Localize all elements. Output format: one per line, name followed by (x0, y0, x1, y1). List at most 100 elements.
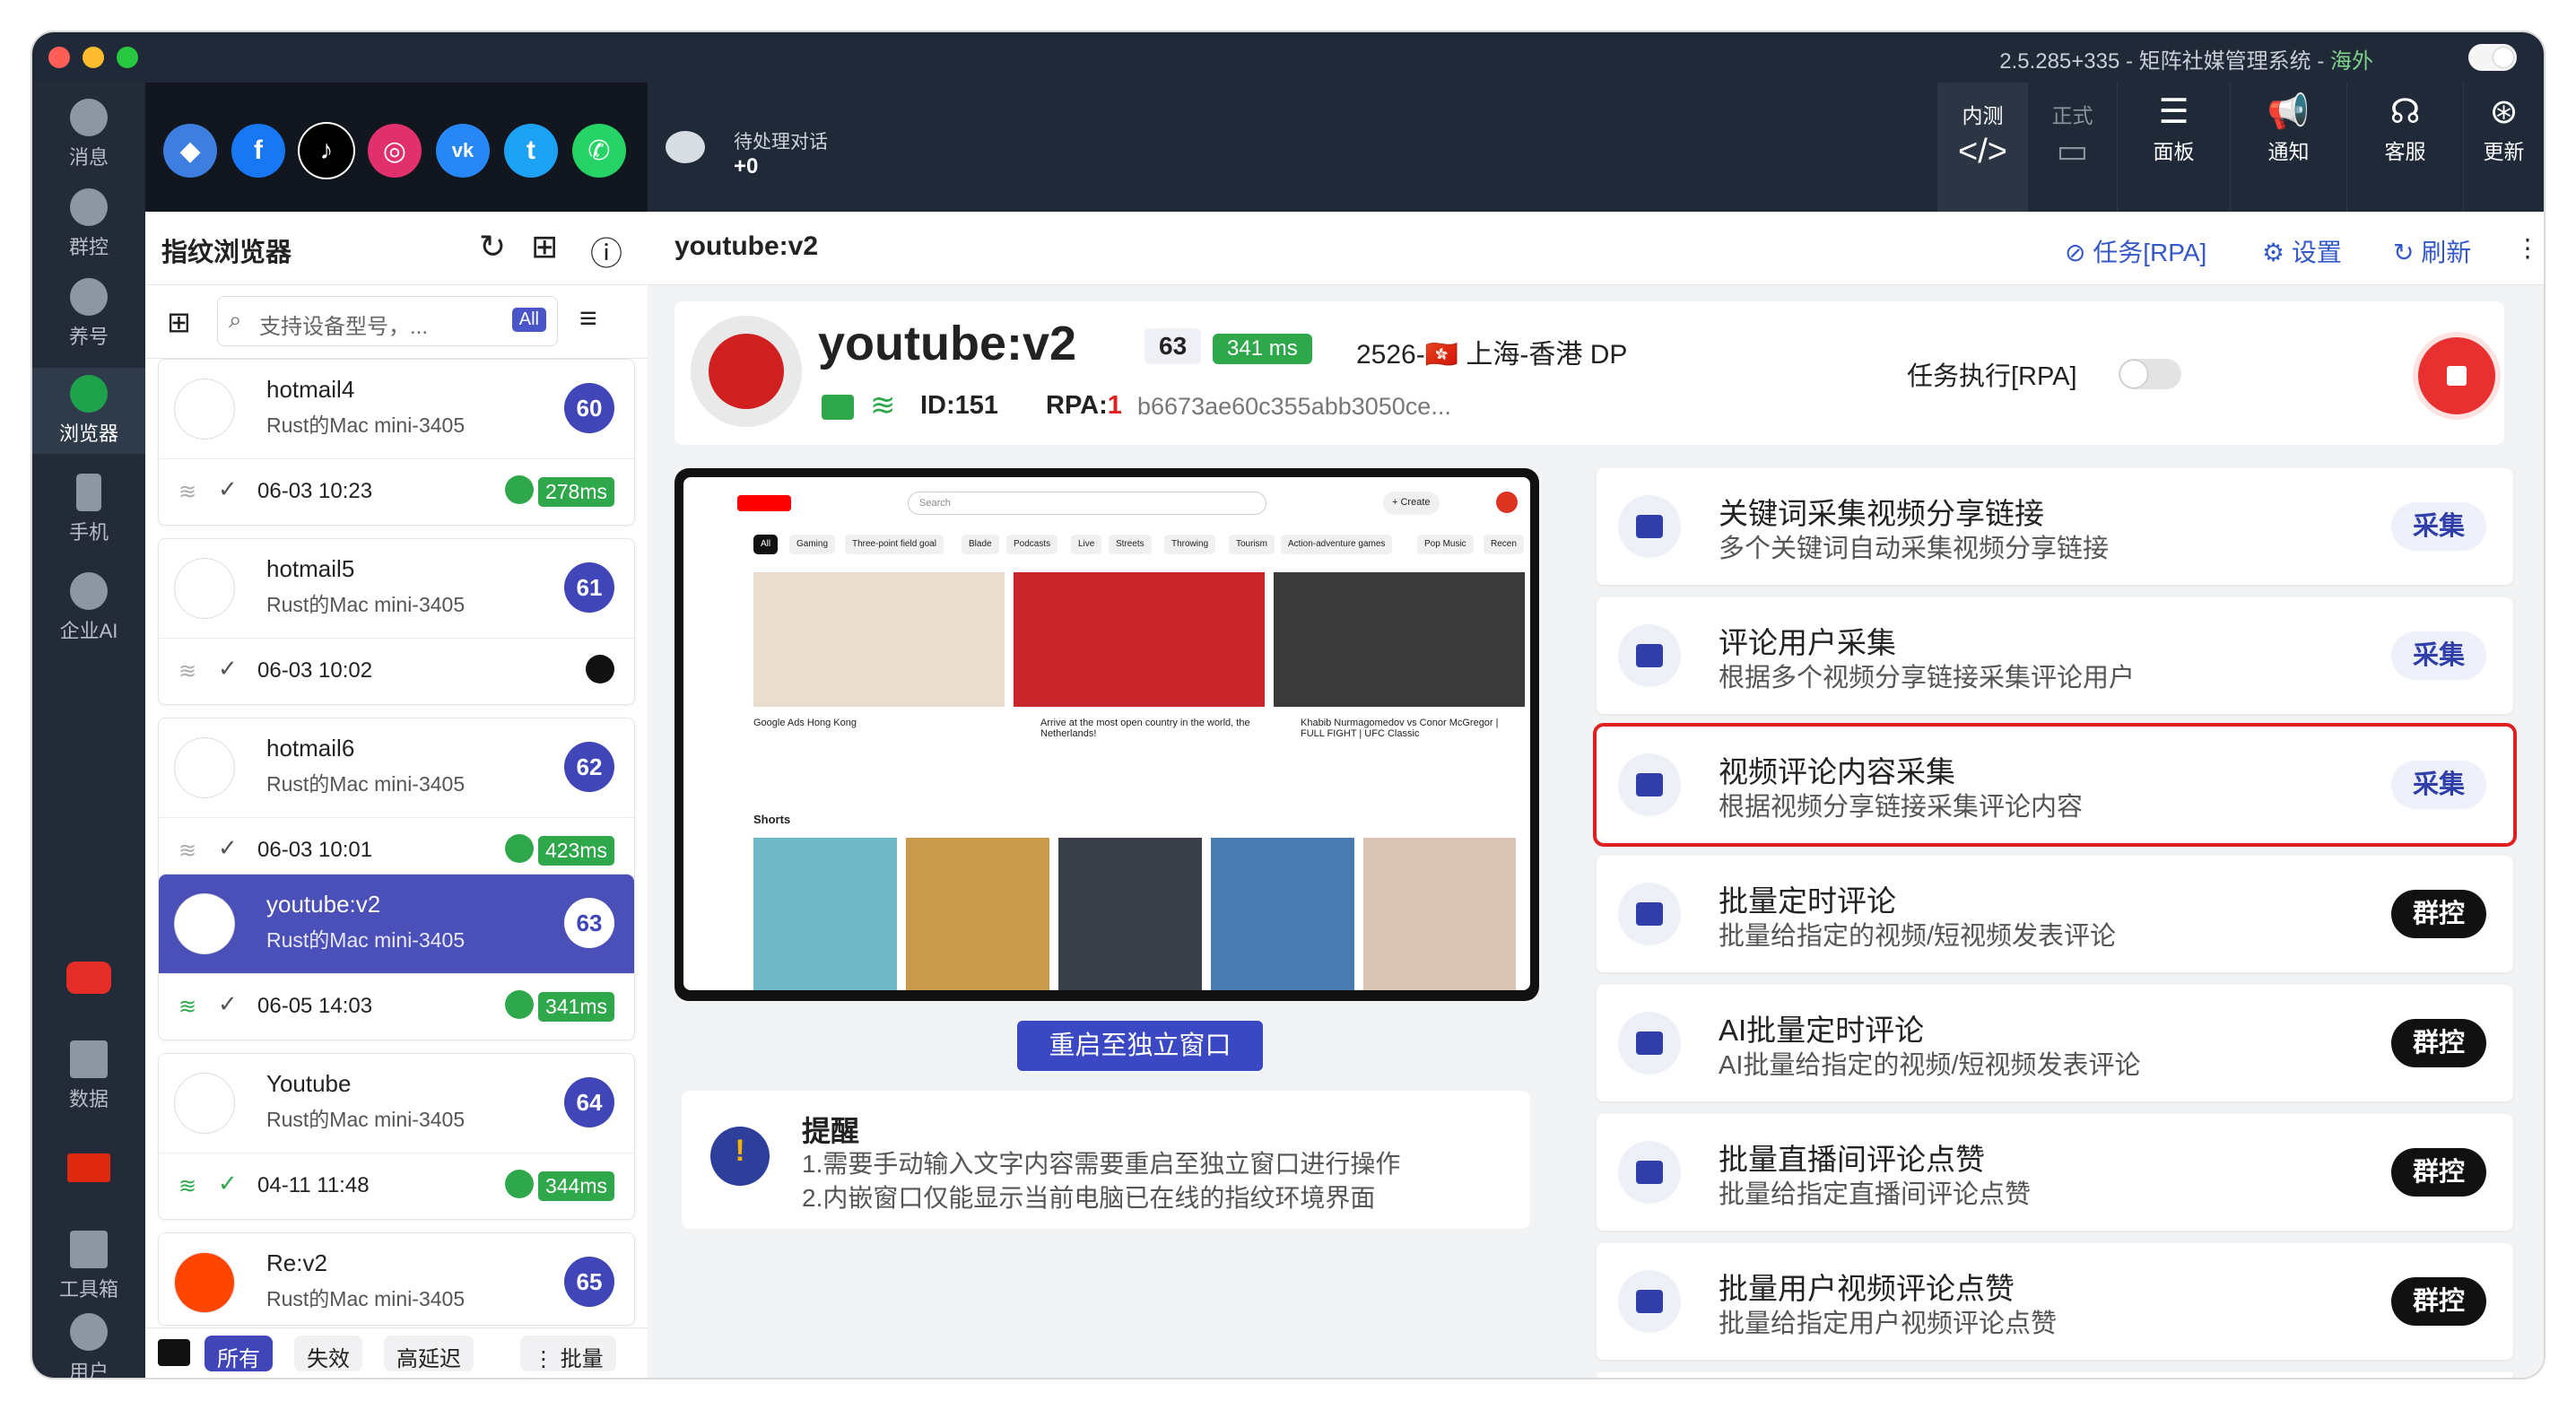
restart-window-button[interactable]: 重启至独立窗口 (1017, 1021, 1263, 1071)
stop-button[interactable] (2418, 337, 2495, 414)
update-button[interactable]: ⊛ 更新 (2463, 83, 2544, 212)
twitter-icon[interactable]: t (504, 124, 558, 178)
youtube-chip[interactable]: Three-point field goal (845, 535, 944, 554)
youtube-chip[interactable]: Tourism (1229, 535, 1275, 554)
feature-ai-batch-comment[interactable]: AI批量定时评论 AI批量给指定的视频/短视频发表评论 群控 (1597, 985, 2513, 1101)
rail-item-youtube[interactable] (32, 962, 145, 1015)
service-button[interactable]: ☊ 客服 (2346, 83, 2463, 212)
info-icon[interactable]: ⓘ (590, 228, 622, 274)
rail-item-region[interactable] (32, 1153, 145, 1198)
collect-button[interactable]: 采集 (2390, 502, 2486, 551)
avatar[interactable] (1496, 492, 1518, 513)
rail-item-user[interactable]: 用户 (32, 1311, 145, 1378)
short-thumbnail[interactable] (1058, 838, 1202, 990)
comment-icon (1618, 883, 1681, 945)
filter-high-latency[interactable]: 高延迟 (384, 1336, 474, 1371)
close-window-button[interactable] (48, 47, 70, 68)
group-control-button[interactable]: 群控 (2390, 1019, 2486, 1067)
youtube-search-input[interactable]: Search (908, 492, 1266, 515)
rail-item-nurture[interactable]: 养号 (32, 271, 145, 357)
browser-platform-icon[interactable]: ◆ (163, 124, 217, 178)
profile-card[interactable]: hotmail5 Rust的Mac mini-3405 61 ≋ ✓ 06-03 10:… (158, 538, 635, 705)
feature-user-video-comment-like[interactable]: 批量用户视频评论点赞 批量给指定用户视频评论点赞 群控 (1597, 1243, 2513, 1360)
release-mode-button[interactable]: 正式 ▭ (2027, 83, 2117, 212)
rail-item-data[interactable]: 数据 (32, 1033, 145, 1119)
youtube-chip[interactable]: Action-adventure games (1281, 535, 1393, 554)
panel-button[interactable]: ☰ 面板 (2117, 83, 2230, 212)
feature-live-comment-like[interactable]: 批量直播间评论点赞 批量给指定直播间评论点赞 群控 (1597, 1114, 2513, 1231)
zoom-window-button[interactable] (117, 47, 138, 68)
pending-conversations[interactable]: 待处理对话 +0 (666, 127, 828, 179)
batch-button[interactable]: ⋮ 批量 (520, 1336, 616, 1371)
theme-toggle[interactable] (2468, 44, 2517, 71)
search-filter-badge[interactable]: All (511, 308, 546, 332)
youtube-chip[interactable]: Streets (1109, 535, 1152, 554)
short-thumbnail[interactable] (1211, 838, 1354, 990)
rail-item-phone[interactable]: 手机 (32, 466, 145, 553)
feature-batch-comment[interactable]: 批量定时评论 批量给指定的视频/短视频发表评论 群控 (1597, 856, 2513, 972)
youtube-chip[interactable]: Blade (962, 535, 999, 554)
profile-card[interactable]: hotmail6 Rust的Mac mini-3405 62 ≋ ✓ 06-03 10:… (158, 718, 635, 884)
short-thumbnail[interactable] (1363, 838, 1516, 990)
profile-card-selected[interactable]: youtube:v2 Rust的Mac mini-3405 63 ≋ ✓ 06-05 1… (158, 874, 635, 1040)
embedded-browser-preview[interactable]: Search + Create All Gaming Three-point f… (674, 468, 1539, 1001)
task-exec-toggle[interactable] (2119, 359, 2181, 389)
facebook-icon[interactable]: f (231, 124, 285, 178)
task-rpa-link[interactable]: ⊘ 任务[RPA] (2065, 233, 2206, 269)
tag-icon[interactable] (158, 1339, 190, 1366)
youtube-page[interactable]: Search + Create All Gaming Three-point f… (683, 477, 1530, 990)
collect-button[interactable]: 采集 (2390, 761, 2486, 809)
video-thumbnail[interactable] (1014, 572, 1265, 707)
rail-item-message[interactable]: 消息 (32, 91, 145, 178)
refresh-link[interactable]: ↻ 刷新 (2393, 233, 2471, 269)
search-input[interactable]: ⌕ 支持设备型号，... All (217, 296, 558, 346)
feature-keyword-collect[interactable]: 关键词采集视频分享链接 多个关键词自动采集视频分享链接 采集 (1597, 468, 2513, 585)
video-thumbnail[interactable] (1274, 572, 1525, 707)
video-thumbnail[interactable] (753, 572, 1005, 707)
rail-item-browser[interactable]: 浏览器 (32, 368, 145, 454)
group-control-button[interactable]: 群控 (2390, 1277, 2486, 1326)
minimize-window-button[interactable] (83, 47, 104, 68)
video-title[interactable]: Google Ads Hong Kong (753, 718, 996, 728)
rail-item-group-control[interactable]: 群控 (32, 181, 145, 267)
filter-invalid[interactable]: 失效 (294, 1336, 362, 1371)
beta-label: 内测 (1962, 104, 2004, 127)
instagram-icon[interactable]: ◎ (368, 124, 422, 178)
profile-card[interactable]: Youtube Rust的Mac mini-3405 64 ≋ ✓ 04-11 11:4… (158, 1053, 635, 1220)
vk-icon[interactable]: vk (436, 124, 490, 178)
collect-button[interactable]: 采集 (2390, 631, 2486, 680)
youtube-chip[interactable]: Throwing (1164, 535, 1216, 554)
youtube-chip[interactable]: Recen (1484, 535, 1524, 554)
short-thumbnail[interactable] (906, 838, 1049, 990)
youtube-chip[interactable]: Gaming (789, 535, 836, 554)
beta-mode-button[interactable]: 内测 </> (1937, 83, 2027, 212)
group-control-button[interactable]: 群控 (2390, 1148, 2486, 1197)
rail-item-ai[interactable]: 企业AI (32, 565, 145, 651)
youtube-chip[interactable]: Pop Music (1417, 535, 1474, 554)
whatsapp-icon[interactable]: ✆ (572, 124, 626, 178)
youtube-create-button[interactable]: + Create (1383, 492, 1440, 515)
group-control-button[interactable]: 群控 (2390, 890, 2486, 938)
video-title[interactable]: Khabib Nurmagomedov vs Conor McGregor | … (1301, 718, 1516, 739)
rail-item-toolbox[interactable]: 工具箱 (32, 1223, 145, 1310)
add-icon[interactable]: ⊞ (531, 228, 558, 265)
refresh-icon[interactable]: ↻ (479, 228, 506, 265)
profile-card[interactable]: Re:v2 Rust的Mac mini-3405 65 (158, 1232, 635, 1326)
notify-button[interactable]: 📢 通知 (2230, 83, 2346, 212)
youtube-chip[interactable]: Podcasts (1006, 535, 1058, 554)
more-menu-icon[interactable]: ⋮ (2515, 233, 2540, 263)
grid-icon[interactable]: ⊞ (167, 305, 191, 339)
filter-all[interactable]: 所有 (205, 1336, 273, 1371)
chart-icon (70, 1040, 108, 1078)
youtube-chip[interactable]: Live (1071, 535, 1102, 554)
feature-comment-user-collect[interactable]: 评论用户采集 根据多个视频分享链接采集评论用户 采集 (1597, 597, 2513, 714)
settings-link[interactable]: ⚙ 设置 (2262, 233, 2342, 269)
feature-comment-content-collect[interactable]: 视频评论内容采集 根据视频分享链接采集评论内容 采集 (1597, 727, 2513, 843)
tiktok-icon[interactable]: ♪ (300, 124, 353, 178)
sort-icon[interactable]: ≡ (579, 301, 597, 336)
video-title[interactable]: Arrive at the most open country in the w… (1040, 718, 1256, 739)
profile-card[interactable]: hotmail4 Rust的Mac mini-3405 60 ≋ ✓ 06-03 10:… (158, 359, 635, 526)
youtube-chip[interactable]: All (753, 535, 779, 554)
feature-title: 视频评论内容采集 (1719, 755, 1955, 788)
short-thumbnail[interactable] (753, 838, 897, 990)
